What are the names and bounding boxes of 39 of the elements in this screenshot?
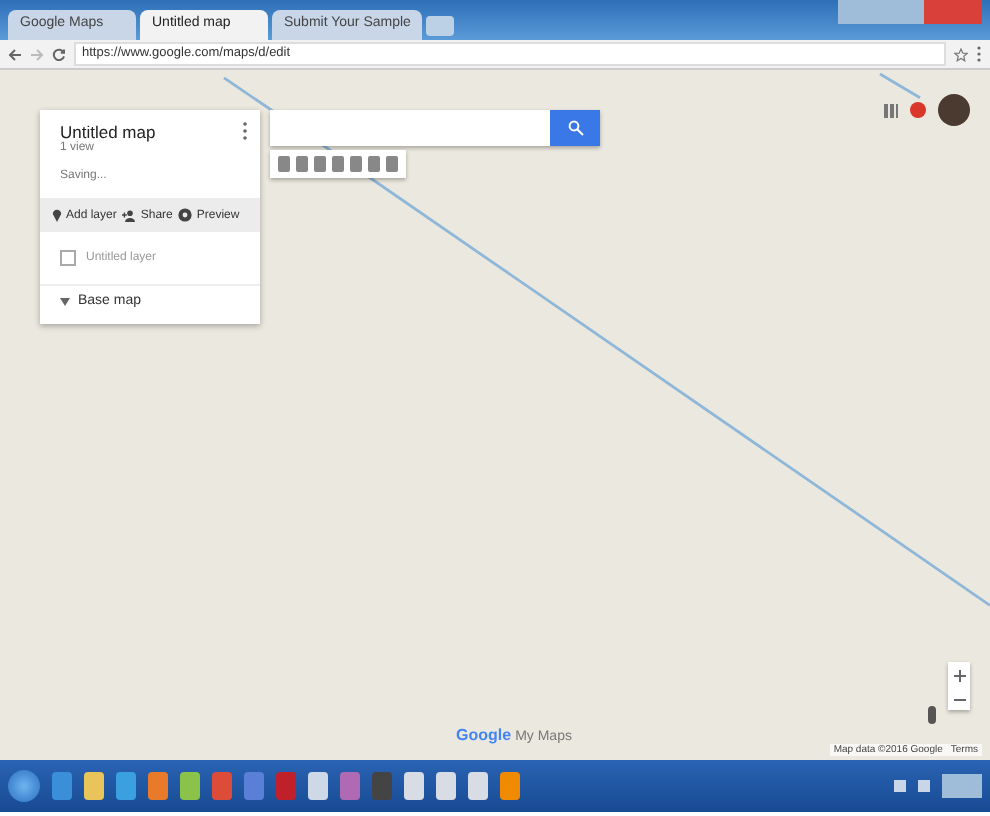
zoom-in-icon[interactable] [953,670,965,682]
taskbar-app-icon[interactable] [84,772,104,800]
taskbar-app-icon[interactable] [52,772,72,800]
window-controls[interactable] [838,0,982,24]
taskbar-app-icon[interactable] [436,772,456,800]
taskbar-app-icon[interactable] [468,772,488,800]
menu-icon[interactable] [976,46,982,62]
taskbar-app-icon[interactable] [340,772,360,800]
taskbar-app-icon[interactable] [116,772,136,800]
google-logo: Google [456,726,512,744]
notification-icon[interactable] [910,102,926,118]
taskbar-app-icon[interactable] [212,772,232,800]
back-icon[interactable] [8,47,22,61]
search-button[interactable] [550,110,600,146]
taskbar-app-icon[interactable] [308,772,328,800]
more-icon[interactable] [242,122,248,140]
eye-icon [178,208,193,222]
taskbar-app-icon[interactable] [404,772,424,800]
taskbar-app-icon[interactable] [276,772,296,800]
taskbar-app-icon[interactable] [244,772,264,800]
apps-grid-icon[interactable] [884,103,898,117]
caret-icon[interactable] [60,297,70,305]
search-icon [567,120,583,136]
star-icon[interactable] [954,47,968,61]
search-field[interactable] [270,110,550,146]
avatar[interactable] [938,94,970,126]
taskbar-app-icon[interactable] [180,772,200,800]
new-tab-button[interactable] [426,16,455,36]
forward-icon[interactable] [30,47,44,61]
zoom-control[interactable] [948,662,970,710]
taskbar-app-icon[interactable] [500,772,520,800]
reload-icon[interactable] [52,47,66,61]
map-title[interactable]: Untitled map [60,122,156,142]
taskbar-app-icon[interactable] [148,772,168,800]
taskbar-app-icon[interactable] [372,772,392,800]
person-add-icon [122,209,137,221]
pin-icon [52,208,62,222]
start-button[interactable] [8,770,40,802]
layer-checkbox[interactable] [60,250,76,266]
